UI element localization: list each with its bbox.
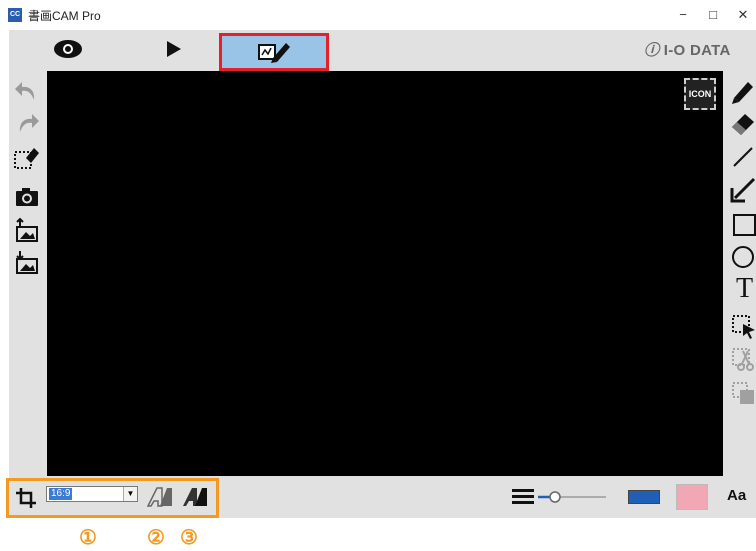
callout-2: ②: [147, 527, 165, 549]
undo-button[interactable]: [12, 76, 42, 106]
aspect-ratio-value: 16:9: [49, 488, 73, 500]
circle-icon: [732, 246, 754, 268]
export-image-button[interactable]: [12, 247, 42, 277]
font-bold-icon: [183, 488, 207, 506]
font-settings-button[interactable]: Aa: [727, 487, 746, 504]
close-button[interactable]: ✕: [731, 4, 755, 26]
scissors-icon: [732, 348, 754, 371]
callout-3: ③: [180, 527, 198, 549]
line-width-slider[interactable]: [536, 490, 608, 504]
undo-icon: [15, 82, 35, 100]
font-outline-icon: [146, 487, 172, 507]
fill-color-swatch[interactable]: [676, 484, 708, 510]
import-image-button[interactable]: [12, 215, 42, 245]
redo-icon: [19, 114, 39, 132]
select-pointer-icon: [732, 315, 755, 339]
text-icon: T: [736, 273, 754, 304]
pencil-icon: [732, 82, 753, 104]
text-recognize-button[interactable]: [146, 485, 174, 509]
slider-thumb[interactable]: [549, 491, 561, 503]
pen-color-swatch[interactable]: [628, 490, 660, 504]
camera-icon: [16, 188, 38, 206]
camera-view-button[interactable]: [52, 36, 84, 62]
area-eraser-icon: [14, 148, 39, 169]
eye-icon: [54, 40, 82, 58]
callout-1: ①: [79, 527, 97, 549]
window-title: 書画CAM Pro: [28, 9, 101, 23]
area-eraser-button[interactable]: [12, 144, 42, 174]
brand-name: I-O DATA: [663, 42, 731, 59]
pen-tool[interactable]: [728, 76, 756, 106]
paste-icon: [732, 382, 754, 404]
dropdown-arrow-icon: ▼: [123, 487, 137, 501]
brand-mark-icon: ⓘ: [644, 42, 664, 59]
image-import-icon: [16, 217, 38, 242]
maximize-button[interactable]: □: [701, 4, 725, 26]
crop-button[interactable]: [14, 486, 38, 510]
text-bold-button[interactable]: [181, 485, 209, 509]
draw-pen-icon: [258, 43, 290, 63]
line-tool[interactable]: [728, 142, 756, 172]
line-width-icon: [512, 489, 534, 504]
title-bar: [0, 0, 756, 30]
eraser-icon: [732, 114, 754, 135]
arrow-icon: [730, 177, 756, 203]
rectangle-tool[interactable]: [728, 209, 756, 239]
redo-button[interactable]: [12, 108, 42, 138]
play-icon: [167, 41, 181, 57]
aspect-ratio-select[interactable]: 16:9 ▼: [46, 486, 138, 502]
select-tool[interactable]: [728, 310, 756, 340]
snapshot-button[interactable]: [12, 182, 42, 212]
app-icon: CC: [8, 8, 22, 22]
line-icon: [733, 147, 753, 167]
image-export-icon: [16, 251, 38, 274]
cut-tool[interactable]: [728, 343, 756, 373]
line-width-button[interactable]: [512, 487, 534, 507]
icon-mode-button[interactable]: ICON: [684, 78, 716, 110]
brand-logo: ⓘ I-O DATA: [644, 39, 731, 60]
eraser-tool[interactable]: [728, 108, 756, 138]
rectangle-icon: [733, 214, 756, 236]
crop-icon: [16, 488, 36, 508]
paste-tool[interactable]: [728, 378, 756, 408]
drawing-mode-button[interactable]: [219, 33, 329, 71]
minimize-button[interactable]: −: [671, 4, 695, 26]
arrow-tool[interactable]: [728, 174, 756, 204]
ellipse-tool[interactable]: [728, 242, 756, 272]
playback-button[interactable]: [160, 36, 186, 62]
text-tool[interactable]: T: [728, 273, 756, 305]
drawing-canvas[interactable]: [47, 71, 723, 476]
